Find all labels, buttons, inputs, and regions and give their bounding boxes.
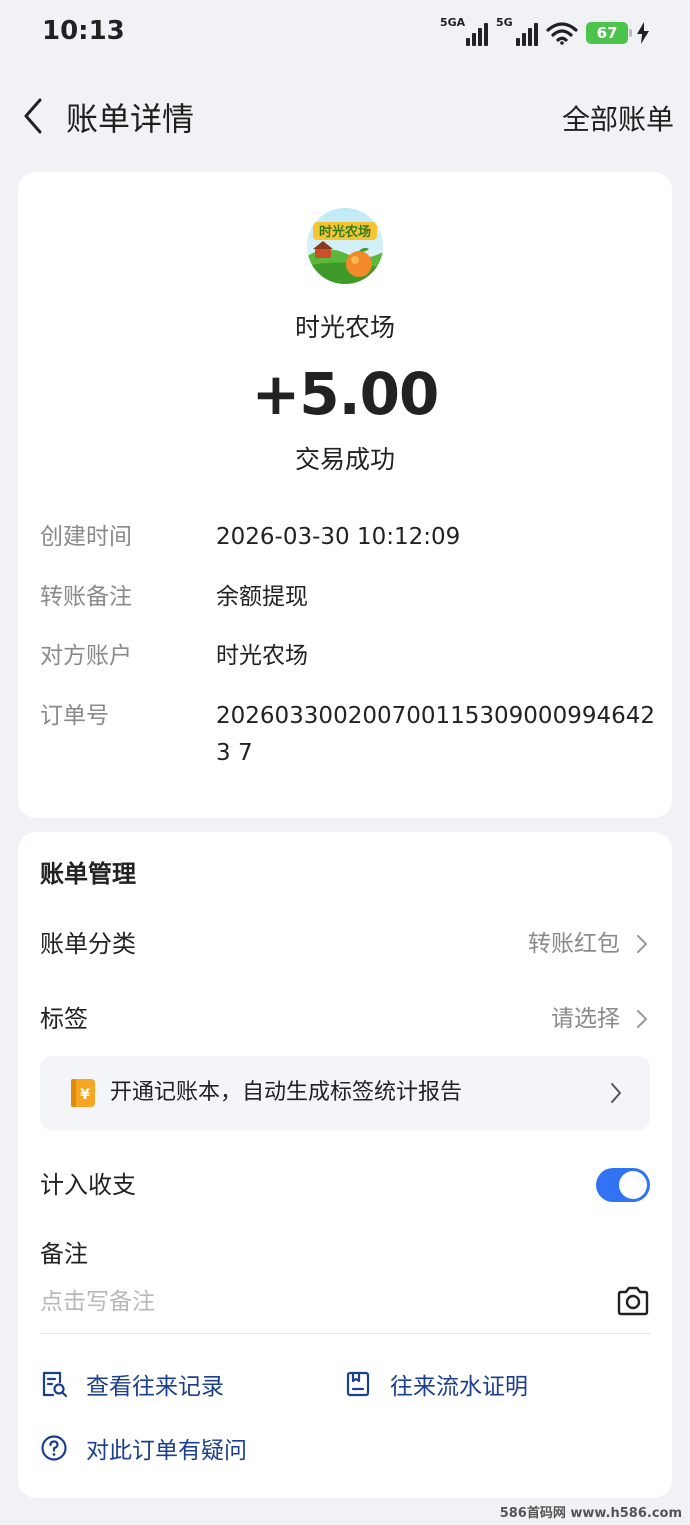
- svg-text:时光农场: 时光农场: [319, 224, 371, 240]
- back-button[interactable]: [16, 96, 56, 136]
- order-question-link[interactable]: 对此订单有疑问: [40, 1428, 247, 1468]
- section-title: 账单管理: [40, 860, 136, 888]
- status-time: 10:13: [42, 16, 125, 46]
- promo-text: 开通记账本，自动生成标签统计报告: [110, 1080, 463, 1105]
- transaction-status: 交易成功: [294, 445, 395, 474]
- order-number-value[interactable]: 2026033002007001153090009946423 7: [216, 698, 656, 772]
- farm-logo-icon: 时光农场: [307, 208, 383, 284]
- watermark: 586首码网 www.h586.com: [499, 1506, 682, 1521]
- tag-row[interactable]: 标签 请选择: [40, 999, 650, 1039]
- document-proof-icon: [346, 1371, 370, 1397]
- chevron-right-icon: [637, 1010, 647, 1028]
- tag-value: 请选择: [551, 1006, 620, 1032]
- merchant-name: 时光农场: [294, 313, 395, 342]
- include-in-balance-row: 计入收支: [40, 1165, 650, 1205]
- tag-label: 标签: [40, 1005, 88, 1033]
- camera-icon[interactable]: [616, 1286, 650, 1316]
- bookkeeping-promo-banner[interactable]: ¥ 开通记账本，自动生成标签统计报告: [40, 1056, 650, 1130]
- nav-bar: 账单详情 全部账单: [0, 80, 690, 152]
- divider: [40, 1333, 650, 1334]
- view-records-label: 查看往来记录: [86, 1374, 224, 1400]
- page-title: 账单详情: [66, 100, 195, 138]
- chevron-right-icon: [637, 935, 647, 953]
- transaction-proof-link[interactable]: 往来流水证明: [344, 1364, 528, 1404]
- view-records-link[interactable]: 查看往来记录: [40, 1364, 224, 1404]
- record-search-icon: [42, 1371, 68, 1398]
- include-label: 计入收支: [40, 1171, 136, 1199]
- svg-text:¥: ¥: [80, 1087, 90, 1103]
- detail-value: 时光农场: [216, 643, 308, 669]
- wifi-icon: [546, 22, 578, 45]
- detail-label: 订单号: [40, 703, 109, 729]
- detail-value: 余额提现: [216, 584, 308, 610]
- signal-5g-label: 5G: [496, 16, 513, 29]
- bill-management-card: 账单管理 账单分类 转账红包 标签 请选择 ¥ 开通记账本，自动生成标签统计报告…: [18, 832, 672, 1498]
- transaction-proof-label: 往来流水证明: [390, 1374, 528, 1400]
- toggle-knob: [619, 1171, 647, 1199]
- bill-category-row[interactable]: 账单分类 转账红包: [40, 924, 650, 964]
- detail-label: 转账备注: [40, 584, 132, 610]
- battery-icon: 67: [586, 22, 632, 44]
- detail-label: 对方账户: [40, 643, 132, 669]
- charging-bolt-icon: [637, 22, 649, 44]
- battery-level: 67: [596, 24, 618, 42]
- merchant-logo: 时光农场: [307, 208, 383, 284]
- note-input[interactable]: [40, 1282, 600, 1322]
- signal-5ga-icon: 5GA: [440, 16, 488, 46]
- help-circle-icon: [41, 1435, 67, 1461]
- chevron-right-icon: [611, 1083, 621, 1103]
- category-label: 账单分类: [40, 930, 136, 958]
- include-in-balance-toggle[interactable]: [596, 1168, 650, 1202]
- status-bar: 10:13 5GA 5G 67: [0, 0, 690, 66]
- note-label: 备注: [40, 1240, 88, 1268]
- category-value: 转账红包: [528, 931, 620, 957]
- bill-summary-card: 时光农场 时光农场 +5.00 交易成功 创建时间 2026-03-30 10:…: [18, 172, 672, 818]
- transaction-amount: +5.00: [251, 360, 440, 428]
- chevron-left-icon: [24, 98, 42, 134]
- all-bills-link[interactable]: 全部账单: [562, 98, 674, 138]
- signal-5ga-label: 5GA: [440, 16, 466, 29]
- ledger-yen-icon: ¥: [71, 1079, 95, 1107]
- detail-value: 2026-03-30 10:12:09: [216, 524, 461, 550]
- order-question-label: 对此订单有疑问: [86, 1438, 247, 1464]
- detail-label: 创建时间: [40, 524, 132, 550]
- signal-5g-icon: 5G: [496, 16, 538, 46]
- status-icons: 5GA 5G 67: [440, 16, 650, 48]
